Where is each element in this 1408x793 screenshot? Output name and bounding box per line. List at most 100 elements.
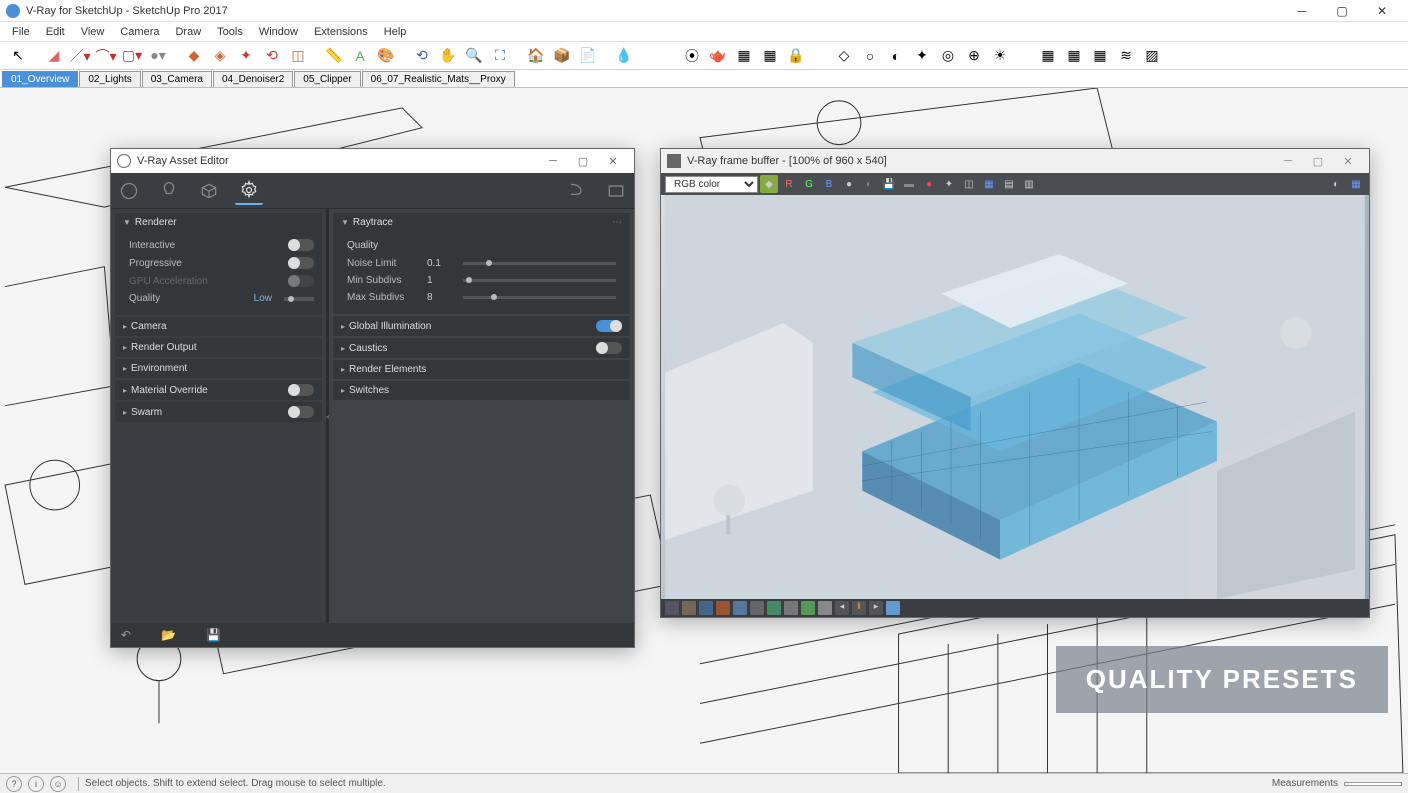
status-user-icon[interactable]: ☺ xyxy=(50,776,66,792)
warehouse-icon[interactable]: 🏠 xyxy=(524,44,548,68)
fb-foot-3-icon[interactable] xyxy=(699,601,713,615)
fb-mono-icon[interactable]: ● xyxy=(840,175,858,193)
ae-section-environment[interactable]: ▸Environment xyxy=(115,359,322,378)
ae-section-gi[interactable]: ▸Global Illumination xyxy=(333,316,630,336)
fb-foot-9-icon[interactable] xyxy=(801,601,815,615)
menu-window[interactable]: Window xyxy=(251,24,306,40)
vray-fur-icon[interactable]: ≋ xyxy=(1114,44,1138,68)
ae-section-material-override[interactable]: ▸Material Override xyxy=(115,380,322,400)
select-tool-icon[interactable]: ↖ xyxy=(6,44,30,68)
fb-r-button[interactable]: R xyxy=(780,175,798,193)
rotate-tool-icon[interactable]: ⟲ xyxy=(260,44,284,68)
ae-quality-slider[interactable] xyxy=(284,297,314,301)
vray-light-sphere-icon[interactable]: ○ xyxy=(858,44,882,68)
ae-section-switches[interactable]: ▸Switches xyxy=(333,381,630,400)
ae-render-icon[interactable] xyxy=(562,177,590,205)
menu-extensions[interactable]: Extensions xyxy=(306,24,376,40)
vray-light-omni-icon[interactable]: ◎ xyxy=(936,44,960,68)
vray-light-spot-icon[interactable]: ◐ xyxy=(884,44,908,68)
menu-tools[interactable]: Tools xyxy=(209,24,251,40)
fb-pixel-icon[interactable]: ◐ xyxy=(1327,175,1345,193)
ae-tab-materials-icon[interactable] xyxy=(115,177,143,205)
vray-clipper-icon[interactable]: ▨ xyxy=(1140,44,1164,68)
circle-tool-icon[interactable]: ●▾ xyxy=(146,44,170,68)
ae-tab-lights-icon[interactable] xyxy=(155,177,183,205)
fb-clear-icon[interactable]: ▬ xyxy=(900,175,918,193)
ae-max-subdivs-slider[interactable] xyxy=(463,296,616,299)
ae-interactive-toggle[interactable] xyxy=(288,239,314,251)
ae-maximize-button[interactable]: ▢ xyxy=(568,155,598,168)
fb-foot-next-icon[interactable]: ▸ xyxy=(869,601,883,615)
layout-icon[interactable]: 📄 xyxy=(576,44,600,68)
maximize-button[interactable]: ▢ xyxy=(1322,4,1362,18)
fb-foot-5-icon[interactable] xyxy=(733,601,747,615)
fb-cc-icon[interactable]: ▤ xyxy=(1000,175,1018,193)
ae-noise-limit-value[interactable]: 0.1 xyxy=(427,258,457,269)
fb-foot-10-icon[interactable] xyxy=(818,601,832,615)
fb-foot-7-icon[interactable] xyxy=(767,601,781,615)
fb-b-button[interactable]: B xyxy=(820,175,838,193)
ae-tab-geometry-icon[interactable] xyxy=(195,177,223,205)
ae-save-icon[interactable]: 💾 xyxy=(206,628,221,642)
pushpull-tool-icon[interactable]: ◆ xyxy=(182,44,206,68)
minimize-button[interactable]: ─ xyxy=(1282,4,1322,18)
ae-gi-toggle[interactable] xyxy=(596,320,622,332)
vray-light-ies-icon[interactable]: ✦ xyxy=(910,44,934,68)
status-help-icon[interactable]: ? xyxy=(6,776,22,792)
line-tool-icon[interactable]: ／▾ xyxy=(68,44,92,68)
fb-g-button[interactable]: G xyxy=(800,175,818,193)
ae-tab-settings-icon[interactable] xyxy=(235,177,263,205)
menu-draw[interactable]: Draw xyxy=(167,24,209,40)
ae-max-subdivs-value[interactable]: 8 xyxy=(427,292,457,303)
ae-section-render-elements[interactable]: ▸Render Elements xyxy=(333,360,630,379)
vray-fb-icon[interactable]: ▦ xyxy=(732,44,756,68)
ae-open-icon[interactable]: 📂 xyxy=(161,628,176,642)
scale-tool-icon[interactable]: ◫ xyxy=(286,44,310,68)
fb-channel-select[interactable]: RGB color xyxy=(665,176,758,193)
fb-save-icon[interactable]: 💾 xyxy=(880,175,898,193)
measurements-input[interactable] xyxy=(1344,782,1402,786)
scene-tab-clipper[interactable]: 05_Clipper xyxy=(294,71,360,87)
close-button[interactable]: ✕ xyxy=(1362,4,1402,18)
fb-region-icon[interactable]: ◫ xyxy=(960,175,978,193)
pan-tool-icon[interactable]: ✋ xyxy=(436,44,460,68)
orbit-tool-icon[interactable]: ⟲ xyxy=(410,44,434,68)
zoom-tool-icon[interactable]: 🔍 xyxy=(462,44,486,68)
ae-section-caustics[interactable]: ▸Caustics xyxy=(333,338,630,358)
fb-foot-2-icon[interactable] xyxy=(682,601,696,615)
vray-proxy-icon[interactable]: ▦ xyxy=(1036,44,1060,68)
fb-minimize-button[interactable]: ─ xyxy=(1273,155,1303,167)
menu-camera[interactable]: Camera xyxy=(112,24,167,40)
ae-noise-limit-slider[interactable] xyxy=(463,262,616,265)
ae-section-camera[interactable]: ▸Camera xyxy=(115,317,322,336)
fb-alpha-icon[interactable]: ◐ xyxy=(860,175,878,193)
vray-logo-icon[interactable]: ⦿ xyxy=(680,44,704,68)
offset-tool-icon[interactable]: ◈ xyxy=(208,44,232,68)
ae-caustics-toggle[interactable] xyxy=(596,342,622,354)
zoom-extents-icon[interactable]: ⛶ xyxy=(488,44,512,68)
ae-min-subdivs-slider[interactable] xyxy=(463,279,616,282)
eraser-tool-icon[interactable]: ◢ xyxy=(42,44,66,68)
arc-tool-icon[interactable]: ⌒▾ xyxy=(94,44,118,68)
ae-minimize-button[interactable]: ─ xyxy=(538,155,568,167)
ae-min-subdivs-value[interactable]: 1 xyxy=(427,275,457,286)
paint-tool-icon[interactable]: 🎨 xyxy=(374,44,398,68)
vray-proxy2-icon[interactable]: ▦ xyxy=(1062,44,1086,68)
fb-close-button[interactable]: ✕ xyxy=(1333,155,1363,168)
ae-swarm-toggle[interactable] xyxy=(288,406,314,418)
rect-tool-icon[interactable]: ▢▾ xyxy=(120,44,144,68)
fb-foot-pause-icon[interactable]: ‖ xyxy=(852,601,866,615)
fb-settings-icon[interactable]: ▦ xyxy=(1347,175,1365,193)
fb-maximize-button[interactable]: ▢ xyxy=(1303,155,1333,168)
vray-light-plane-icon[interactable]: ◇ xyxy=(832,44,856,68)
fb-swatch-icon[interactable]: ◆ xyxy=(760,175,778,193)
menu-view[interactable]: View xyxy=(73,24,113,40)
ae-section-renderer[interactable]: ▼Renderer xyxy=(115,213,322,232)
fb-foot-6-icon[interactable] xyxy=(750,601,764,615)
ae-progressive-toggle[interactable] xyxy=(288,257,314,269)
vray-teapot-icon[interactable]: 🫖 xyxy=(706,44,730,68)
fb-titlebar[interactable]: V-Ray frame buffer - [100% of 960 x 540]… xyxy=(661,149,1369,173)
vray-light-sun-icon[interactable]: ☀ xyxy=(988,44,1012,68)
fb-stop-icon[interactable]: ● xyxy=(920,175,938,193)
fb-foot-4-icon[interactable] xyxy=(716,601,730,615)
